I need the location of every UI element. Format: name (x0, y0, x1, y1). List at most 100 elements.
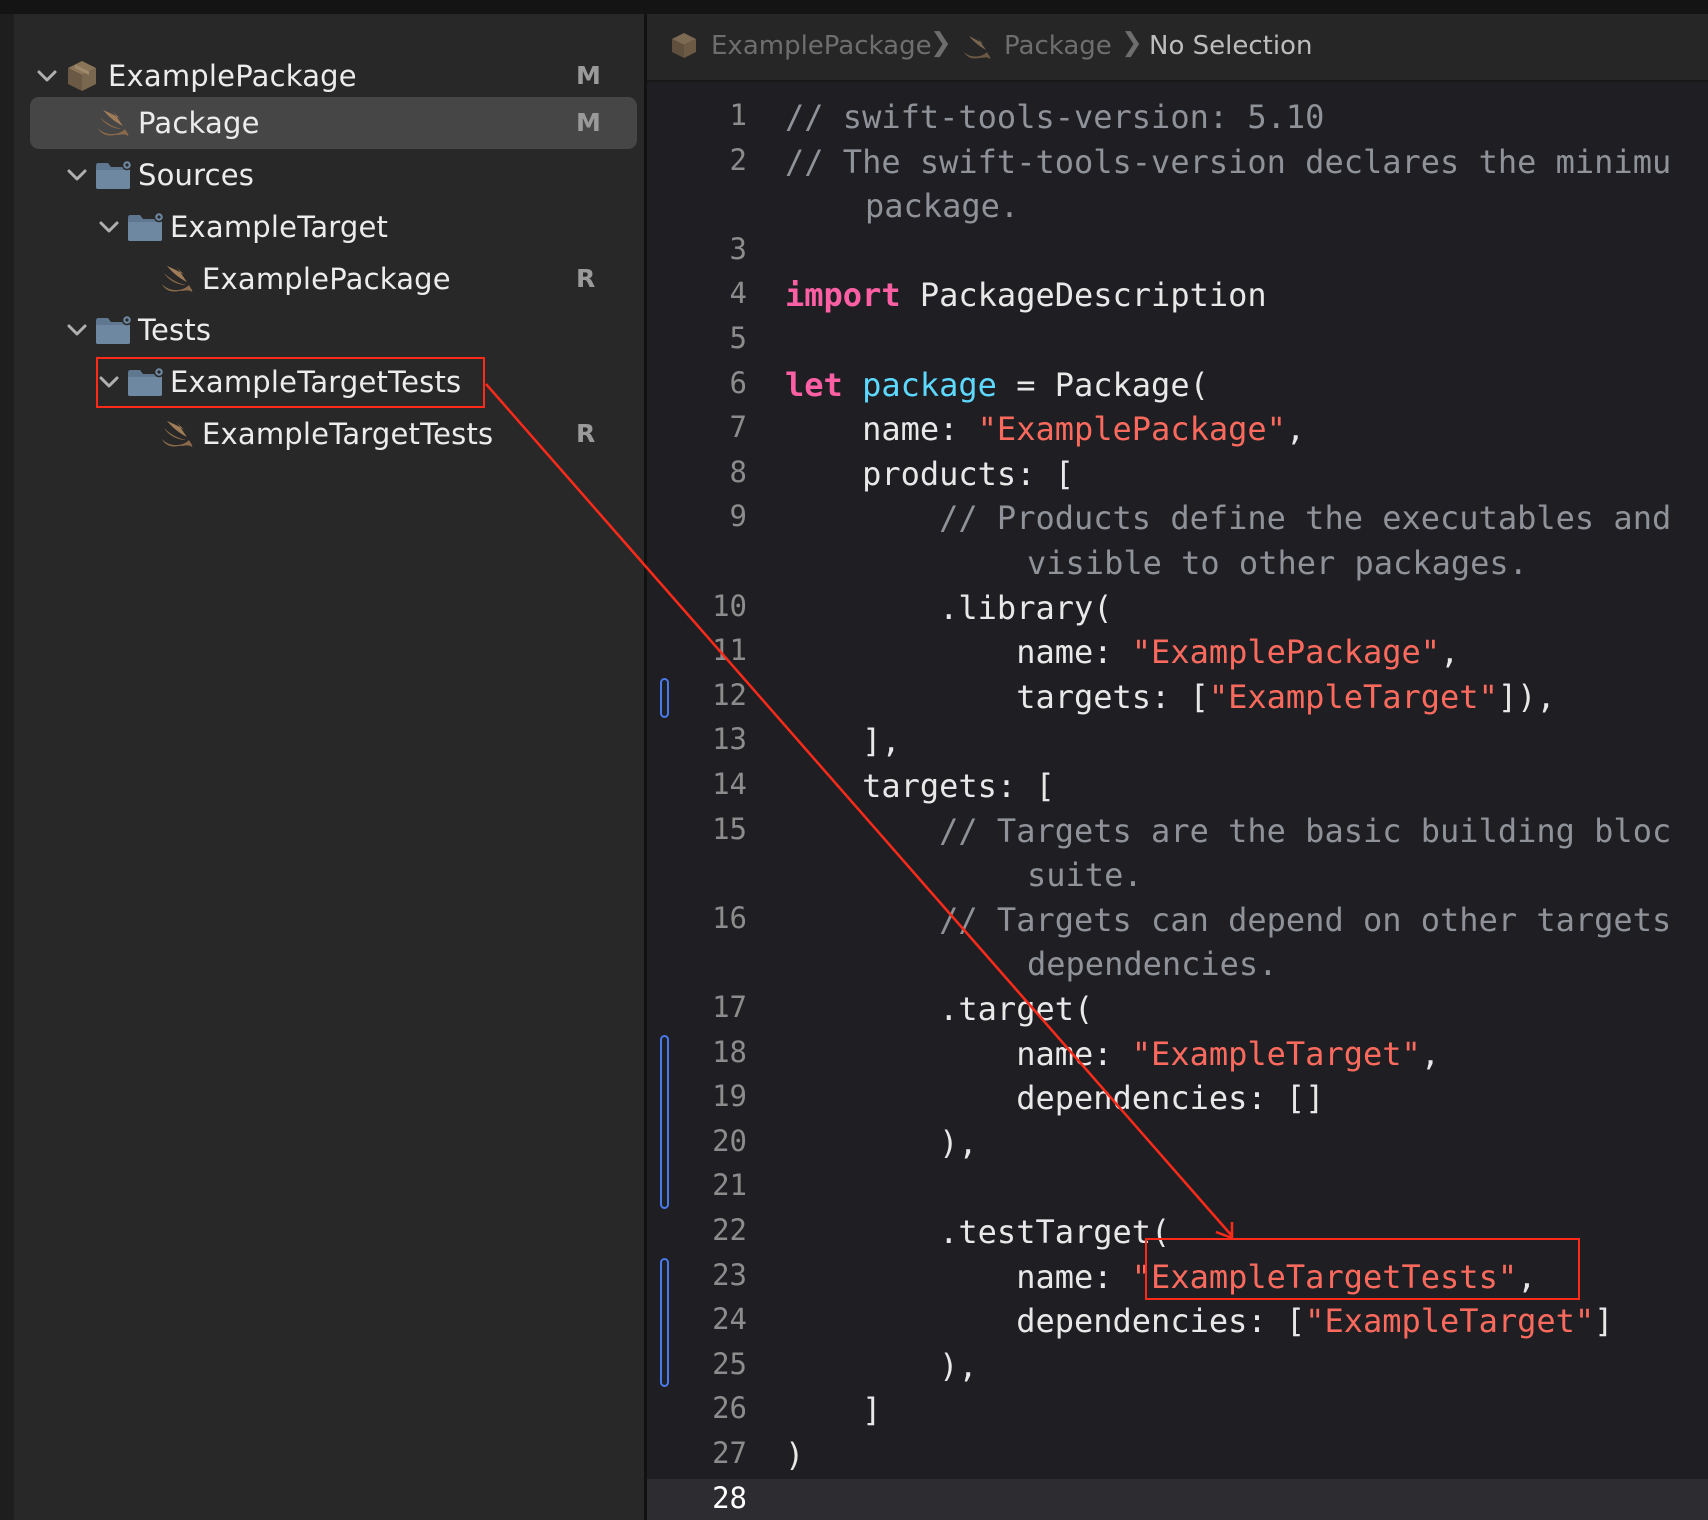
line-number: 16 (712, 900, 747, 935)
code-text: .target( (785, 990, 1093, 1028)
code-text: dependencies: ["ExampleTarget"] (785, 1302, 1613, 1340)
navigator-item[interactable]: ExamplePackage R (14, 253, 644, 305)
line-number: 14 (712, 767, 747, 801)
navigator-item-label: ExamplePackage (202, 262, 451, 296)
code-line[interactable]: 8 products: [ (647, 453, 1708, 498)
code-text: // Targets can depend on other targets (785, 901, 1671, 939)
code-token: "ExamplePackage" (1131, 633, 1441, 672)
code-text: name: "ExamplePackage", (785, 410, 1305, 448)
code-line[interactable]: 16 // Targets can depend on other target… (647, 899, 1708, 944)
code-line[interactable]: 2 // The swift-tools-version declares the… (647, 141, 1708, 186)
code-token: name: (785, 633, 1132, 672)
breadcrumb-selection[interactable]: No Selection (1149, 31, 1312, 61)
navigator-item[interactable]: Tests (14, 304, 644, 356)
code-line[interactable]: 15 // Targets are the basic building blo… (647, 810, 1708, 855)
folder-icon (94, 312, 133, 348)
code-line[interactable]: 19 dependencies: [] (647, 1077, 1708, 1122)
code-token: // swift-tools-version: 5.10 (785, 98, 1325, 136)
code-text: package. (865, 187, 1019, 225)
code-text: name: "ExampleTarget", (785, 1035, 1440, 1073)
folder-icon (94, 157, 133, 193)
code-line[interactable]: suite. (647, 854, 1708, 899)
swift-file-icon (94, 105, 130, 141)
code-text: // swift-tools-version: 5.10 (785, 98, 1324, 136)
swift-icon (961, 32, 991, 62)
code-line[interactable]: 14 targets: [ (647, 765, 1708, 810)
code-text: // The swift-tools-version declares the … (785, 143, 1671, 181)
code-token: ]), (1497, 677, 1556, 716)
navigator-item[interactable]: Sources (14, 149, 644, 201)
breadcrumb-package[interactable]: ExamplePackage (711, 31, 932, 61)
navigator-item[interactable]: ExampleTargetTests R (14, 408, 644, 460)
code-token: name: (785, 1034, 1132, 1073)
line-number: 18 (712, 1034, 747, 1069)
code-token: ] (1594, 1302, 1614, 1341)
code-line[interactable]: 17 .target( (647, 988, 1708, 1033)
code-token: ), (785, 1123, 978, 1162)
code-text: dependencies. (1027, 945, 1277, 983)
line-number: 12 (712, 677, 747, 712)
code-token: .testTarget( (785, 1213, 1171, 1251)
line-number: 2 (729, 142, 747, 177)
code-line[interactable]: 20 ), (647, 1122, 1708, 1167)
code-token: package. (865, 187, 1020, 226)
code-token: products: [ (785, 454, 1074, 493)
chevron-down-icon[interactable] (64, 162, 90, 188)
code-line[interactable]: 28 (647, 1478, 1708, 1520)
code-line[interactable]: 24 dependencies: ["ExampleTarget"] (647, 1300, 1708, 1345)
code-text: visible to other packages. (1027, 544, 1528, 582)
line-number: 13 (712, 722, 747, 757)
code-line[interactable]: 6 let package = Package( (647, 364, 1708, 409)
code-line[interactable]: package. (647, 185, 1708, 230)
project-navigator: ExamplePackage M Package M Sources ExampleTar… (14, 14, 647, 1520)
code-text: suite. (1027, 856, 1143, 894)
code-line[interactable]: 26 ] (647, 1389, 1708, 1434)
code-line[interactable]: 1 // swift-tools-version: 5.10 (647, 96, 1708, 141)
code-line[interactable]: 5 (647, 319, 1708, 364)
code-line[interactable]: 10 .library( (647, 587, 1708, 632)
code-line[interactable]: 13 ], (647, 720, 1708, 765)
source-control-badge: M (576, 108, 601, 137)
swift-file-icon (158, 261, 194, 297)
navigator-item[interactable]: Package M (14, 97, 644, 149)
code-line[interactable]: 7 name: "ExamplePackage", (647, 408, 1708, 453)
chevron-down-icon[interactable] (64, 317, 90, 343)
code-line[interactable]: 3 (647, 230, 1708, 275)
code-line[interactable]: dependencies. (647, 943, 1708, 988)
code-token: dependencies: [] (785, 1079, 1325, 1118)
navigator-item-label: ExamplePackage (108, 59, 357, 93)
code-token: targets: [ (785, 677, 1209, 716)
breadcrumb-file[interactable]: Package (1004, 31, 1112, 61)
navigator-item-label: ExampleTarget (170, 210, 389, 244)
code-line[interactable]: visible to other packages. (647, 542, 1708, 587)
chevron-down-icon[interactable] (96, 214, 122, 240)
code-line[interactable]: 21 (647, 1166, 1708, 1211)
navigator-item[interactable]: ExamplePackage M (14, 50, 644, 102)
code-line[interactable]: 27) (647, 1434, 1708, 1479)
line-number: 20 (712, 1123, 747, 1158)
code-token: "ExampleTarget" (1208, 677, 1498, 716)
navigator-item[interactable]: ExampleTarget (14, 201, 644, 253)
navigator-item-label: Tests (138, 313, 212, 347)
breadcrumb-separator: ❯ (930, 28, 952, 58)
code-token: "ExampleTarget" (1131, 1034, 1421, 1073)
annotation-box-code (1145, 1238, 1580, 1300)
code-token: // Targets can depend on other targets (785, 900, 1672, 939)
code-token: "ExampleTarget" (1305, 1302, 1595, 1341)
code-line[interactable]: 9 // Products define the executables and (647, 497, 1708, 542)
code-line[interactable]: 12 targets: ["ExampleTarget"]), (647, 676, 1708, 721)
jump-bar: ExamplePackage ❯ Package ❯ No Selection (647, 14, 1708, 82)
line-number: 19 (712, 1079, 747, 1114)
code-text: let package = Package( (785, 366, 1209, 404)
line-number: 26 (712, 1391, 747, 1426)
window-top-strip (0, 0, 1708, 14)
code-line[interactable]: 18 name: "ExampleTarget", (647, 1033, 1708, 1078)
code-token: package (862, 365, 997, 404)
code-line[interactable]: 4 import PackageDescription (647, 274, 1708, 319)
code-line[interactable]: 11 name: "ExamplePackage", (647, 631, 1708, 676)
line-number: 4 (729, 276, 747, 311)
chevron-down-icon[interactable] (34, 63, 60, 89)
folder-icon (126, 209, 165, 245)
code-token: "ExamplePackage" (977, 410, 1286, 449)
code-line[interactable]: 25 ), (647, 1345, 1708, 1390)
